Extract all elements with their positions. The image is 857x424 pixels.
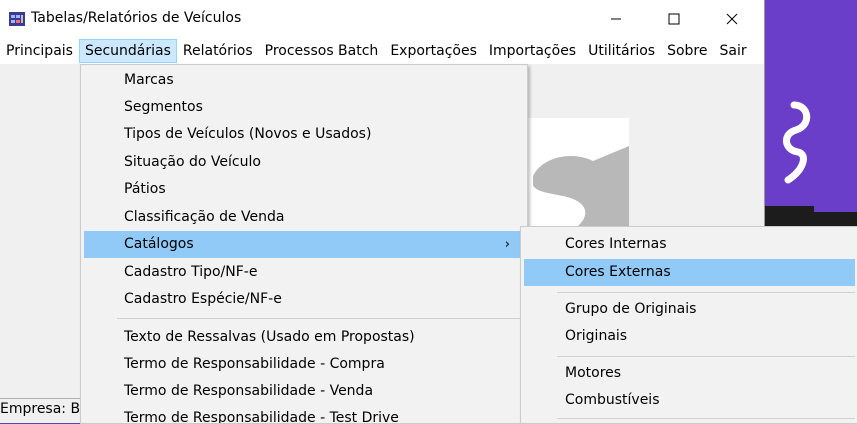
submenu-item-originais[interactable]: Originais <box>524 323 855 350</box>
menu-item-label: Situação do Veículo <box>124 154 261 170</box>
maximize-icon <box>668 13 680 25</box>
minimize-button[interactable] <box>587 0 645 38</box>
logo-shape <box>533 146 629 230</box>
menu-bar: Principais Secundárias Relatórios Proces… <box>0 38 764 64</box>
close-button[interactable] <box>703 0 761 38</box>
menu-item-label: Marcas <box>124 72 174 88</box>
menu-item-termo-test-drive[interactable]: Termo de Responsabilidade - Test Drive <box>84 405 522 423</box>
minimize-icon <box>611 18 621 20</box>
menu-item-label: Motores <box>565 365 622 381</box>
status-company: Empresa: Be <box>0 401 89 417</box>
menu-item-catalogos[interactable]: Catálogos › <box>84 231 522 258</box>
chevron-right-icon: › <box>504 237 510 252</box>
menu-exportacoes[interactable]: Exportações <box>384 39 483 63</box>
menu-item-termo-venda[interactable]: Termo de Responsabilidade - Venda <box>84 378 522 405</box>
menu-item-label: Cadastro Tipo/NF-e <box>124 264 258 280</box>
menu-item-label: Segmentos <box>124 99 203 115</box>
menu-item-label: Combustíveis <box>565 392 660 408</box>
app-icon <box>9 12 25 26</box>
menu-item-label: Cores Externas <box>565 264 671 280</box>
menu-separator <box>557 418 855 419</box>
menu-item-label: Catálogos <box>124 236 194 252</box>
menu-secundarias[interactable]: Secundárias <box>78 39 177 63</box>
close-icon <box>726 13 738 25</box>
menu-importacoes[interactable]: Importações <box>483 39 582 63</box>
company-logo <box>523 118 629 230</box>
menu-item-situacao-veiculo[interactable]: Situação do Veículo <box>84 149 522 176</box>
title-bar: Tabelas/Relatórios de Veículos <box>0 0 764 38</box>
menu-item-label: Termo de Responsabilidade - Compra <box>124 356 385 372</box>
menu-item-label: Cadastro Espécie/NF-e <box>124 291 282 307</box>
submenu-item-grupo-originais[interactable]: Grupo de Originais <box>524 296 855 323</box>
menu-item-label: Tipos de Veículos (Novos e Usados) <box>124 126 372 142</box>
submenu-item-cores-internas[interactable]: Cores Internas <box>524 231 855 258</box>
menu-item-label: Originais <box>565 328 628 344</box>
menu-relatorios[interactable]: Relatórios <box>177 39 259 63</box>
menu-item-cadastro-especie-nfe[interactable]: Cadastro Espécie/NF-e <box>84 286 522 313</box>
menu-item-marcas[interactable]: Marcas <box>84 67 522 94</box>
menu-item-tipos-veiculos[interactable]: Tipos de Veículos (Novos e Usados) <box>84 121 522 148</box>
menu-item-texto-ressalvas[interactable]: Texto de Ressalvas (Usado em Propostas) <box>84 324 522 351</box>
menu-item-termo-compra[interactable]: Termo de Responsabilidade - Compra <box>84 351 522 378</box>
menu-processos-batch[interactable]: Processos Batch <box>259 39 385 63</box>
secundarias-dropdown: Marcas Segmentos Tipos de Veículos (Novo… <box>80 64 528 424</box>
menu-utilitarios[interactable]: Utilitários <box>582 39 661 63</box>
menu-separator <box>117 318 524 319</box>
menu-separator <box>557 292 855 293</box>
menu-item-label: Grupo de Originais <box>565 301 697 317</box>
menu-item-classificacao-venda[interactable]: Classificação de Venda <box>84 204 522 231</box>
submenu-item-motores[interactable]: Motores <box>524 360 855 387</box>
submenu-item-combustiveis[interactable]: Combustíveis <box>524 387 855 414</box>
catalogos-submenu: Cores Internas Cores Externas Grupo de O… <box>520 226 857 424</box>
menu-item-label: Pátios <box>124 181 166 197</box>
menu-item-label: Classificação de Venda <box>124 209 285 225</box>
menu-sobre[interactable]: Sobre <box>661 39 713 63</box>
maximize-button[interactable] <box>645 0 703 38</box>
menu-item-patios[interactable]: Pátios <box>84 176 522 203</box>
menu-item-label: Cores Internas <box>565 236 667 252</box>
menu-item-cadastro-tipo-nfe[interactable]: Cadastro Tipo/NF-e <box>84 259 522 286</box>
window-title: Tabelas/Relatórios de Veículos <box>31 10 242 26</box>
decorative-swirl <box>783 101 811 184</box>
menu-principais[interactable]: Principais <box>0 39 79 63</box>
status-bar: Empresa: Be <box>0 398 90 423</box>
menu-sair[interactable]: Sair <box>714 39 753 63</box>
menu-separator <box>557 356 855 357</box>
menu-item-label: Termo de Responsabilidade - Venda <box>124 383 374 399</box>
menu-item-segmentos[interactable]: Segmentos <box>84 94 522 121</box>
submenu-item-cores-externas[interactable]: Cores Externas <box>524 259 855 286</box>
menu-item-label: Texto de Ressalvas (Usado em Propostas) <box>124 329 415 345</box>
